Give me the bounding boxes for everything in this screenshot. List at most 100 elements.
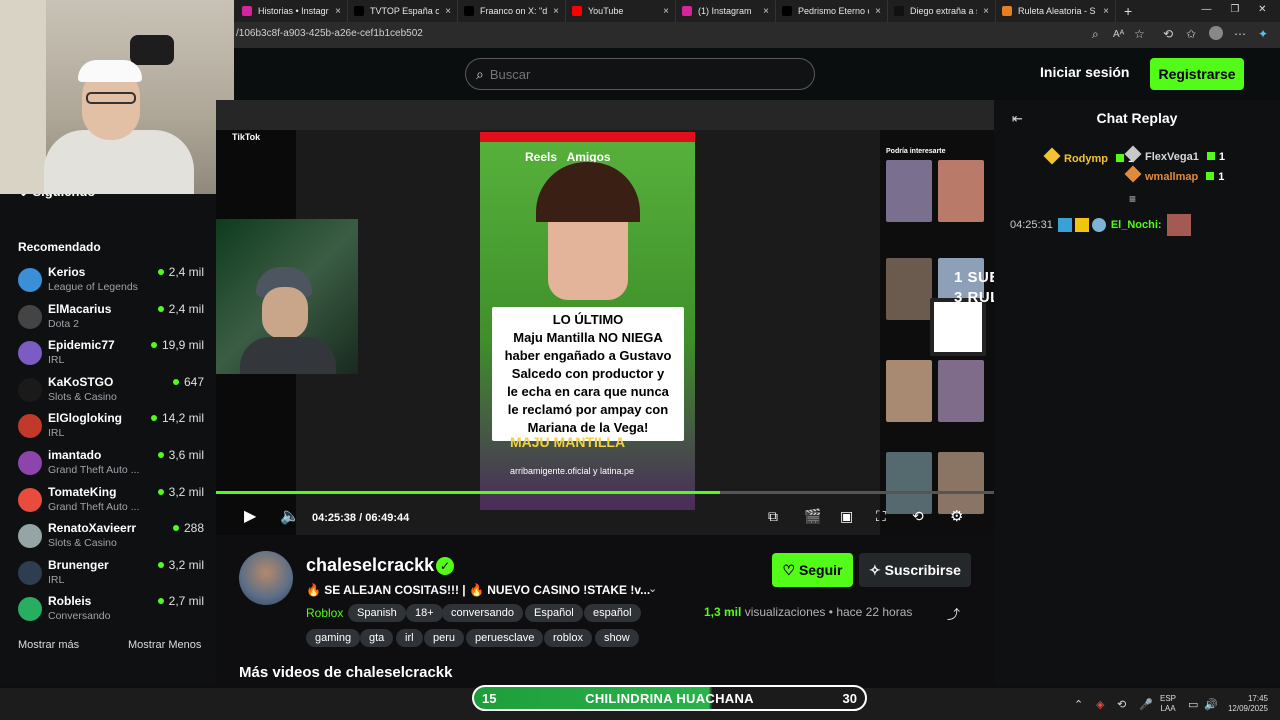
tray-chevron-icon[interactable]: ⌃ (1074, 698, 1083, 711)
register-button[interactable]: Registrarse (1150, 58, 1244, 90)
follow-button[interactable]: ♡ Seguir (772, 553, 853, 587)
player-controls: ▶ 🔈 04:25:38 / 06:49:44 ⧉ 🎬 ▣ ⛶ ⟲ ⚙ (216, 500, 994, 535)
sidebar-item[interactable]: imantado Grand Theft Auto ... 3,6 mil (18, 447, 204, 481)
tab-close-icon[interactable]: × (1103, 6, 1109, 17)
fullscreen-icon[interactable]: ⛶ (876, 508, 886, 525)
tag-chip[interactable]: gaming (306, 629, 361, 647)
browser-tab[interactable]: (1) Instagram × (676, 0, 776, 22)
sidebar-item[interactable]: RenatoXavieerr Slots & Casino 288 (18, 520, 204, 554)
show-more-button[interactable]: Mostrar más (18, 639, 79, 651)
close-icon[interactable]: ✕ (1258, 4, 1266, 18)
live-dot-icon (150, 415, 157, 422)
tray-app-icon[interactable]: ◈ (1096, 698, 1104, 711)
sidebar-item[interactable]: TomateKing Grand Theft Auto ... 3,2 mil (18, 484, 204, 518)
viewer-count: 647 (172, 375, 204, 389)
read-aloud-icon[interactable]: Aᴬ (1113, 29, 1124, 40)
chat-username[interactable]: El_Nochi: (1111, 219, 1162, 231)
subscribe-button[interactable]: ✧ Suscribirse (859, 553, 971, 587)
tag-chip[interactable]: show (595, 629, 639, 647)
tag-chip[interactable]: irl (396, 629, 423, 647)
sidebar-item[interactable]: Epidemic77 IRL 19,9 mil (18, 337, 204, 371)
play-icon[interactable]: ▶ (244, 506, 256, 526)
favorites-icon[interactable]: ✩ (1186, 27, 1196, 41)
video-progress-bar[interactable] (216, 491, 994, 494)
show-less-button[interactable]: Mostrar Menos (128, 639, 201, 651)
sidebar-item[interactable]: Robleis Conversando 2,7 mil (18, 593, 204, 627)
copilot-icon[interactable]: ✦ (1258, 27, 1268, 41)
video-player[interactable]: TikTok Reels Amigos LO ÚLTIMO Maju Manti… (216, 100, 994, 535)
login-button[interactable]: Iniciar sesión (1040, 64, 1129, 80)
stream-title: 🔥 SE ALEJAN COSITAS!!! | 🔥 NUEVO CASINO … (306, 583, 651, 597)
tag-chip[interactable]: gta (360, 629, 394, 647)
viewer-count: 288 (172, 521, 204, 535)
browser-tab[interactable]: YouTube × (566, 0, 676, 22)
extension-icon[interactable]: ⟲ (1163, 27, 1173, 41)
rewind-icon[interactable]: ⟲ (912, 508, 924, 525)
clock[interactable]: 17:45 12/09/2025 (1226, 694, 1268, 714)
chevron-down-icon[interactable]: ⌄ (648, 582, 657, 595)
expand-leaders-icon[interactable]: ≡ (1129, 192, 1136, 206)
browser-tab[interactable]: Diego extraña a su × (888, 0, 996, 22)
tag-chip[interactable]: Spanish (348, 604, 406, 622)
search-input[interactable] (489, 66, 790, 82)
settings-gear-icon[interactable]: ⚙ (950, 507, 963, 525)
channel-name[interactable]: chaleselcrackk (306, 555, 434, 576)
tab-close-icon[interactable]: × (983, 6, 989, 17)
channel-avatar[interactable] (239, 551, 293, 605)
tag-chip[interactable]: Español (525, 604, 583, 622)
category-link[interactable]: Roblox (306, 606, 343, 620)
leaderboard-name: FlexVega1 (1145, 151, 1199, 163)
tag-chip[interactable]: roblox (544, 629, 592, 647)
new-tab-icon[interactable]: + (1124, 3, 1132, 19)
viewer-count-value: 2,4 mil (168, 301, 204, 316)
leaderboard-entry[interactable]: Rodymp1 (1043, 147, 1134, 165)
tag-chip[interactable]: 18+ (406, 604, 443, 622)
browser-tab[interactable]: TVTOP España on X × (348, 0, 458, 22)
pip-icon[interactable]: ▣ (840, 508, 853, 525)
sidebar-item[interactable]: Brunenger IRL 3,2 mil (18, 557, 204, 591)
suggestion-thumb (938, 360, 984, 422)
tab-favicon-icon (782, 6, 792, 16)
tab-close-icon[interactable]: × (663, 6, 669, 17)
sidebar-item[interactable]: KaKoSTGO Slots & Casino 647 (18, 374, 204, 408)
share-icon[interactable]: ⤴ (947, 604, 960, 623)
menu-dots-icon[interactable]: ⋯ (1234, 27, 1246, 41)
viewer-count: 3,2 mil (157, 485, 204, 499)
browser-tab[interactable]: Ruleta Aleatoria - S × (996, 0, 1116, 22)
profile-avatar[interactable] (1209, 26, 1223, 40)
zoom-icon[interactable]: ⌕ (1092, 27, 1099, 42)
tag-chip[interactable]: conversando (442, 604, 523, 622)
microphone-icon[interactable]: 🎤 (1139, 698, 1153, 711)
theater-mode-icon[interactable]: ⧉ (768, 508, 778, 525)
sidebar-item-category: Slots & Casino (48, 537, 117, 550)
network-icon[interactable]: ▭ (1188, 698, 1198, 711)
minimize-icon[interactable]: — (1201, 4, 1211, 18)
url-text[interactable]: /106b3c8f-a903-425b-a26e-cef1b1ceb502 (236, 28, 423, 39)
browser-tab[interactable]: Pedrismo Eterno on X × (776, 0, 888, 22)
language-indicator[interactable]: ESP LAA (1160, 694, 1176, 714)
favorite-star-icon[interactable]: ☆ (1134, 27, 1145, 41)
search-box[interactable]: ⌕ (465, 58, 815, 90)
tag-chip[interactable]: español (584, 604, 641, 622)
volume-icon[interactable]: 🔈 (280, 506, 300, 526)
browser-tab[interactable]: Fraanco on X: "daar × (458, 0, 566, 22)
tab-close-icon[interactable]: × (875, 6, 881, 17)
tab-close-icon[interactable]: × (763, 6, 769, 17)
tag-chip[interactable]: peruesclave (466, 629, 544, 647)
tab-close-icon[interactable]: × (335, 6, 341, 17)
tab-close-icon[interactable]: × (445, 6, 451, 17)
tray-app-icon[interactable]: ⟲ (1117, 698, 1126, 711)
volume-icon[interactable]: 🔊 (1204, 698, 1218, 711)
tag-chip[interactable]: peru (424, 629, 465, 647)
maximize-icon[interactable]: ❐ (1230, 4, 1239, 18)
suggestions-heading: Podría interesarte (886, 148, 946, 155)
browser-tab[interactable]: Historias • Instagram × (236, 0, 348, 22)
sidebar-item[interactable]: Kerios League of Legends 2,4 mil (18, 264, 204, 298)
leaderboard-entry[interactable]: FlexVega1 1 (1124, 145, 1225, 163)
sidebar-item[interactable]: ElGlogloking IRL 14,2 mil (18, 410, 204, 444)
sidebar-item[interactable]: ElMacarius Dota 2 2,4 mil (18, 301, 204, 335)
avatar (18, 524, 42, 549)
clip-icon[interactable]: 🎬 (804, 508, 821, 525)
leaderboard-entry[interactable]: wmallmap 1 (1124, 165, 1224, 183)
tab-close-icon[interactable]: × (553, 6, 559, 17)
